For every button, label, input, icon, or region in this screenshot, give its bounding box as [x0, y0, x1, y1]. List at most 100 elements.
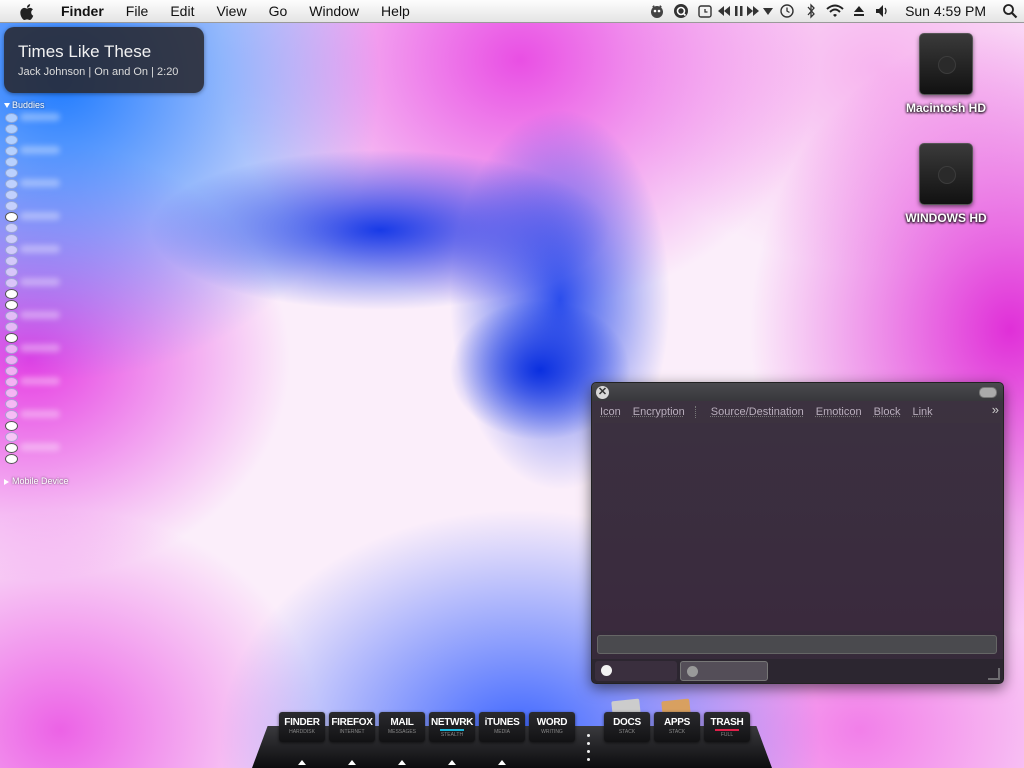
menu-clock[interactable]: Sun 4:59 PM: [895, 0, 996, 22]
hard-drive-icon: [919, 33, 973, 95]
chat-bubble-icon: [601, 665, 612, 676]
status-bar: [440, 729, 464, 731]
buddy-status-icon[interactable]: [5, 388, 18, 398]
drive-windows-hd[interactable]: WINDOWS HD: [891, 143, 1001, 225]
buddy-status-icon[interactable]: [5, 421, 18, 431]
buddy-status-icon[interactable]: [5, 432, 18, 442]
buddy-status-icon[interactable]: [5, 454, 18, 464]
dock-item-sublabel: INTERNET: [339, 729, 365, 735]
chat-tab[interactable]: [680, 661, 768, 681]
buddy-status-icon[interactable]: [5, 333, 18, 343]
dock-item-label: NETWRK: [430, 717, 474, 728]
buddy-status-icon[interactable]: [5, 410, 18, 420]
dock-item-mail[interactable]: MAIL MESSAGES: [379, 712, 425, 742]
wifi-icon[interactable]: [823, 0, 847, 22]
menu-window[interactable]: Window: [298, 0, 370, 22]
dock-item-trash[interactable]: TRASH FULL: [704, 712, 750, 742]
buddy-status-icon[interactable]: [5, 124, 18, 134]
mobile-device-group-header[interactable]: Mobile Device: [4, 476, 69, 486]
menu-bar: Finder File Edit View Go Window Help Sun…: [0, 0, 1024, 23]
buddy-status-icon[interactable]: [5, 311, 18, 321]
buddy-name-blurred: [20, 410, 60, 418]
buddy-status-icon[interactable]: [5, 399, 18, 409]
buddy-status-icon[interactable]: [5, 157, 18, 167]
buddy-status-icon[interactable]: [5, 201, 18, 211]
media-controls-icon[interactable]: [717, 0, 775, 22]
menu-help[interactable]: Help: [370, 0, 421, 22]
menu-view[interactable]: View: [205, 0, 257, 22]
buddy-status-icon[interactable]: [5, 322, 18, 332]
dock-item-apps[interactable]: APPS STACK: [654, 712, 700, 742]
toolbar-overflow-icon[interactable]: »: [992, 402, 999, 417]
dock-item-firefox[interactable]: FIREFOX INTERNET: [329, 712, 375, 742]
dock-separator: [587, 734, 590, 737]
buddy-status-icon[interactable]: [5, 267, 18, 277]
toolbar-block-button[interactable]: Block: [866, 406, 905, 418]
buddy-status-icon[interactable]: [5, 443, 18, 453]
status-bar: [715, 729, 739, 731]
eject-icon[interactable]: [847, 0, 871, 22]
buddy-status-icon[interactable]: [5, 300, 18, 310]
now-playing-notification[interactable]: Times Like These Jack Johnson | On and O…: [4, 27, 204, 93]
buddy-status-icon[interactable]: [5, 212, 18, 222]
buddy-status-icon[interactable]: [5, 256, 18, 266]
buddy-status-icon[interactable]: [5, 278, 18, 288]
buddy-status-icon[interactable]: [5, 366, 18, 376]
buddy-status-icon[interactable]: [5, 234, 18, 244]
buddy-status-icon[interactable]: [5, 245, 18, 255]
toolbar-encryption-button[interactable]: Encryption: [625, 406, 689, 418]
dock-item-docs[interactable]: DOCS STACK: [604, 712, 650, 742]
growl-icon[interactable]: [645, 0, 669, 22]
bluetooth-icon[interactable]: [799, 0, 823, 22]
close-icon[interactable]: ✕: [596, 386, 609, 399]
running-indicator-icon: [348, 760, 356, 765]
toolbar-link-button[interactable]: Link: [905, 406, 937, 418]
buddy-status-icon[interactable]: [5, 168, 18, 178]
dock-item-finder[interactable]: FINDER HARDDISK: [279, 712, 325, 742]
buddy-status-icon[interactable]: [5, 355, 18, 365]
quicksilver-icon[interactable]: [669, 0, 693, 22]
buddy-status-icon[interactable]: [5, 135, 18, 145]
message-input[interactable]: [597, 635, 997, 654]
buddies-group-header[interactable]: Buddies: [4, 100, 45, 110]
buddy-status-icon[interactable]: [5, 289, 18, 299]
buddy-status-icon[interactable]: [5, 113, 18, 123]
spotlight-icon[interactable]: [996, 0, 1024, 22]
toolbar-emoticon-button[interactable]: Emoticon: [808, 406, 866, 418]
menu-edit[interactable]: Edit: [159, 0, 205, 22]
buddy-name-blurred: [20, 245, 60, 253]
dock-item-sublabel: HARDDISK: [289, 729, 315, 735]
buddy-name-blurred: [20, 344, 60, 352]
buddy-status-icon[interactable]: [5, 179, 18, 189]
dock-item-word[interactable]: WORD WRITING: [529, 712, 575, 742]
dock-item-label: MAIL: [390, 717, 414, 728]
chat-message-area: [594, 423, 1001, 631]
alarm-icon[interactable]: [693, 0, 717, 22]
toolbar-icon-button[interactable]: Icon: [592, 406, 625, 418]
menu-finder[interactable]: Finder: [50, 0, 115, 22]
resize-handle-icon[interactable]: [988, 668, 1000, 680]
track-details: Jack Johnson | On and On | 2:20: [18, 66, 179, 78]
apple-menu-icon[interactable]: [20, 3, 36, 20]
dock-separator: [587, 742, 590, 745]
dock-item-label: DOCS: [613, 717, 641, 728]
buddy-status-icon[interactable]: [5, 223, 18, 233]
toolbar-toggle-button[interactable]: [979, 387, 997, 398]
chat-title-bar[interactable]: [592, 383, 1003, 401]
time-machine-icon[interactable]: [775, 0, 799, 22]
toolbar-source-destination-button[interactable]: Source/Destination: [703, 406, 808, 418]
buddy-status-icon[interactable]: [5, 344, 18, 354]
menu-file[interactable]: File: [115, 0, 160, 22]
dock-item-netwrk[interactable]: NETWRK STEALTH: [429, 712, 475, 742]
buddy-status-icon[interactable]: [5, 377, 18, 387]
dock-item-sublabel: STACK: [618, 729, 636, 735]
mobile-device-group-label: Mobile Device: [12, 476, 69, 486]
menu-go[interactable]: Go: [258, 0, 299, 22]
running-indicator-icon: [448, 760, 456, 765]
buddy-status-icon[interactable]: [5, 146, 18, 156]
volume-icon[interactable]: [871, 0, 895, 22]
buddy-status-icon[interactable]: [5, 190, 18, 200]
dock-item-itunes[interactable]: iTUNES MEDIA: [479, 712, 525, 742]
drive-macintosh-hd[interactable]: Macintosh HD: [891, 33, 1001, 115]
chat-tab-active[interactable]: [595, 661, 677, 681]
